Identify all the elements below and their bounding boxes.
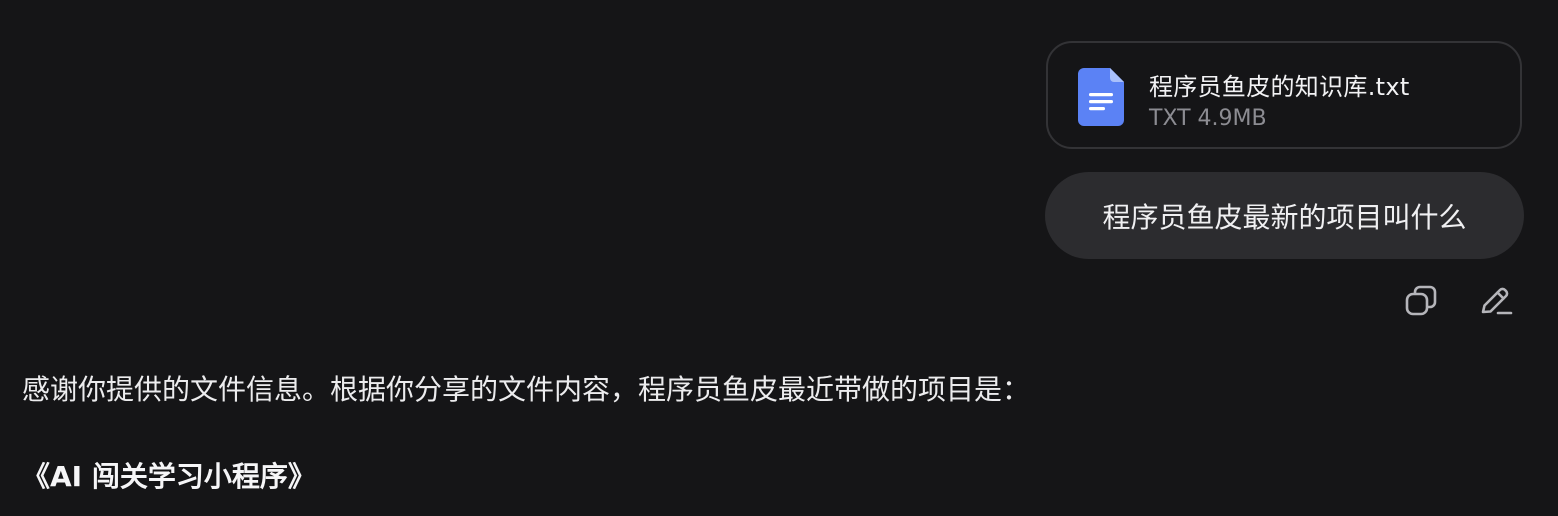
assistant-message-paragraph: 感谢你提供的文件信息。根据你分享的文件内容，程序员鱼皮最近带做的项目是： [22,373,1031,406]
document-icon [1078,68,1124,126]
file-attachment-card[interactable]: 程序员鱼皮的知识库.txt TXT 4.9MB [1046,41,1522,149]
assistant-project-title: 《AI 闯关学习小程序》 [22,460,316,493]
user-message-bubble: 程序员鱼皮最新的项目叫什么 [1045,172,1524,259]
pencil-icon [1481,287,1513,315]
copy-button[interactable] [1401,281,1441,321]
edit-button[interactable] [1476,281,1516,321]
file-meta: TXT 4.9MB [1149,106,1267,131]
file-name: 程序员鱼皮的知识库.txt [1149,73,1410,101]
copy-icon [1405,285,1437,316]
chat-page: 程序员鱼皮的知识库.txt TXT 4.9MB 程序员鱼皮最新的项目叫什么 感谢… [0,0,1558,516]
user-message-text: 程序员鱼皮最新的项目叫什么 [1102,200,1467,234]
